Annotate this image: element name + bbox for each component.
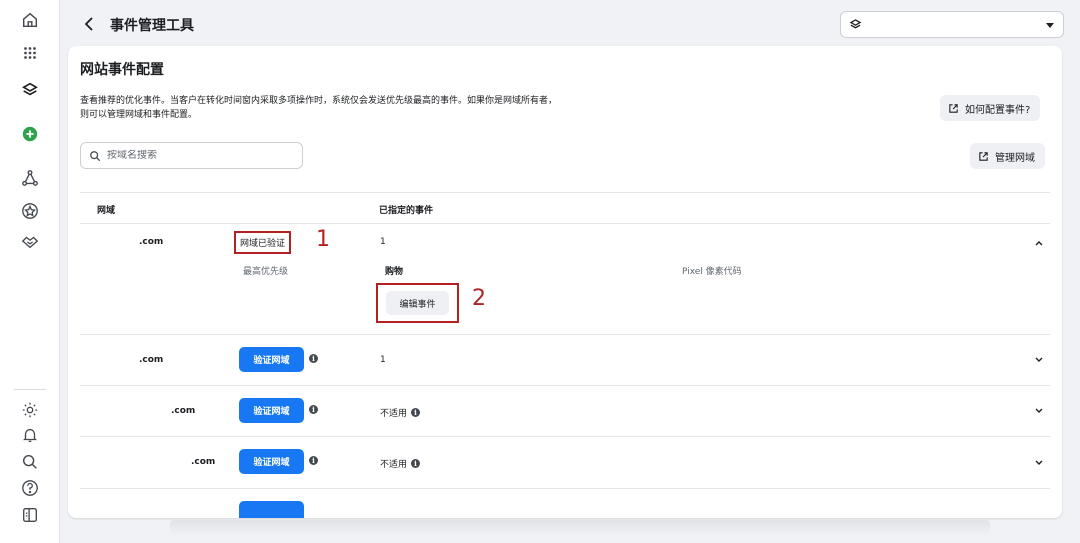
chevron-down-icon[interactable] xyxy=(1034,457,1044,467)
star-badge-icon[interactable] xyxy=(19,200,41,222)
column-header-domain: 网域 xyxy=(97,206,116,216)
info-icon[interactable]: i xyxy=(309,456,318,465)
info-icon[interactable]: i xyxy=(411,459,421,468)
info-icon[interactable]: i xyxy=(309,405,318,414)
table-divider xyxy=(80,192,1050,193)
events-manager-icon xyxy=(849,19,862,29)
table-divider xyxy=(80,223,1050,224)
event-source: Pixel 像素代码 xyxy=(682,267,742,277)
events-manager-icon[interactable] xyxy=(19,79,41,101)
edit-event-button[interactable]: 编辑事件 xyxy=(386,291,449,315)
info-icon[interactable]: i xyxy=(411,408,421,417)
verify-domain-button[interactable]: 验证网域 xyxy=(239,347,304,372)
column-header-events: 已指定的事件 xyxy=(379,206,434,216)
manage-domains-label: 管理网域 xyxy=(995,152,1035,164)
table-divider xyxy=(80,334,1050,335)
verify-domain-button[interactable]: 验证网域 xyxy=(239,449,304,474)
chevron-up-icon[interactable] xyxy=(1034,238,1044,248)
help-icon[interactable] xyxy=(19,477,41,499)
description-line-1: 查看推荐的优化事件。当客户在转化时间窗内采取多项操作时，系统仅会发送优先级最高的… xyxy=(80,96,558,106)
search-icon xyxy=(90,150,101,161)
settings-icon[interactable] xyxy=(19,399,41,421)
event-name: 购物 xyxy=(385,267,404,277)
row-domain[interactable]: .com xyxy=(139,355,163,365)
add-circle-icon[interactable] xyxy=(19,123,41,145)
how-to-configure-button[interactable]: 如何配置事件? xyxy=(940,95,1041,121)
description-line-2: 则可以管理网域和事件配置。 xyxy=(80,110,198,120)
row-event-status: 不适用 i xyxy=(380,457,421,470)
apps-grid-icon[interactable] xyxy=(19,42,41,64)
home-icon[interactable] xyxy=(19,9,41,31)
account-select[interactable] xyxy=(840,11,1064,38)
row-event-status-text: 不适用 xyxy=(380,409,408,419)
page-description: 查看推荐的优化事件。当客户在转化时间窗内采取多项操作时，系统仅会发送优先级最高的… xyxy=(80,94,700,122)
back-chevron-icon[interactable] xyxy=(80,14,100,34)
row-domain[interactable]: .com xyxy=(191,457,215,467)
info-icon[interactable]: i xyxy=(309,354,318,363)
horizontal-scrollbar[interactable] xyxy=(170,520,990,536)
row-event-status: 不适用 i xyxy=(380,406,421,419)
how-to-configure-label: 如何配置事件? xyxy=(965,104,1031,116)
row-event-count: 1 xyxy=(380,355,386,365)
row-event-count: 1 xyxy=(380,237,386,247)
chevron-down-icon[interactable] xyxy=(1034,354,1044,364)
priority-label: 最高优先级 xyxy=(243,267,289,277)
domain-search[interactable] xyxy=(80,142,303,169)
domain-search-input[interactable] xyxy=(107,150,287,161)
row-domain[interactable]: .com xyxy=(171,406,195,416)
annotation-marker-2: 2 xyxy=(472,286,486,311)
website-events-card: 网站事件配置 查看推荐的优化事件。当客户在转化时间窗内采取多项操作时，系统仅会发… xyxy=(68,46,1062,518)
bell-icon[interactable] xyxy=(19,424,41,446)
app-title: 事件管理工具 xyxy=(110,18,194,34)
caret-down-icon xyxy=(1046,23,1054,28)
sidebar-toggle-icon[interactable] xyxy=(19,504,41,526)
external-link-icon xyxy=(949,103,958,113)
rail-divider xyxy=(14,389,46,390)
domain-verified-badge: 网域已验证 xyxy=(234,231,292,254)
verify-domain-button-partial[interactable] xyxy=(239,501,304,518)
table-divider xyxy=(80,488,1050,489)
edit-event-highlight: 编辑事件 xyxy=(376,283,459,323)
chevron-down-icon[interactable] xyxy=(1034,405,1044,415)
left-navigation-rail xyxy=(0,0,60,543)
verify-domain-button[interactable]: 验证网域 xyxy=(239,398,304,423)
row-event-status-text: 不适用 xyxy=(380,460,408,470)
graph-icon[interactable] xyxy=(19,167,41,189)
annotation-marker-1: 1 xyxy=(316,227,330,252)
row-domain[interactable]: .com xyxy=(139,237,163,247)
table-divider xyxy=(80,436,1050,437)
page-title: 网站事件配置 xyxy=(80,62,164,78)
search-icon[interactable] xyxy=(19,451,41,473)
table-divider xyxy=(80,385,1050,386)
external-link-icon xyxy=(979,151,988,161)
manage-domains-button[interactable]: 管理网域 xyxy=(970,143,1045,169)
handshake-icon[interactable] xyxy=(19,231,41,253)
